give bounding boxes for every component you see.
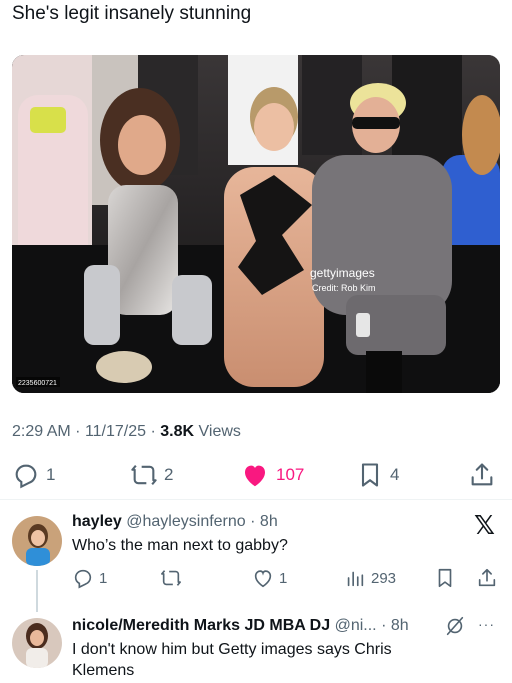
tweet-meta: 2:29 AM · 11/17/25 · 3.8K Views [12, 423, 241, 441]
getty-image-id: 2235600721 [18, 380, 57, 387]
views-count: 3.8K [160, 423, 195, 440]
avatar-photo [12, 618, 62, 668]
reply-like-count: 1 [279, 569, 288, 587]
reply-author-name[interactable]: nicole/Meredith Marks JD MBA DJ [72, 617, 330, 634]
reply-item[interactable]: nicole/Meredith Marks JD MBA DJ @ni... ·… [0, 604, 512, 683]
views-label: Views [198, 423, 241, 440]
reply-actions: 1 1 293 [0, 566, 512, 590]
reply-text: I don't know him but Getty images says C… [72, 641, 392, 679]
tweet-actions-bar: 1 2 107 4 [0, 458, 512, 492]
heart-icon [245, 465, 265, 487]
reply-like-button[interactable]: 1 [252, 566, 287, 590]
repost-icon [131, 464, 157, 486]
like-button[interactable]: 107 [240, 458, 304, 492]
reply-text: Who’s the man next to gabby? [72, 537, 288, 554]
tweet-time[interactable]: 2:29 AM [12, 423, 71, 440]
reply-button[interactable]: 1 [12, 458, 55, 492]
bookmark-icon [361, 463, 379, 487]
reply-header: nicole/Meredith Marks JD MBA DJ @ni... ·… [72, 616, 409, 636]
tweet-date[interactable]: 11/17/25 [85, 423, 146, 440]
reply-reply-count: 1 [99, 569, 108, 587]
like-count: 107 [276, 465, 305, 484]
avatar-photo [12, 516, 62, 566]
share-icon [478, 568, 496, 587]
reply-count: 1 [46, 465, 56, 484]
heart-icon [254, 570, 272, 588]
repost-count: 2 [164, 465, 174, 484]
reply-header: hayley @hayleysinferno · 8h [72, 512, 278, 532]
bookmark-button[interactable]: 4 [356, 458, 399, 492]
reply-icon [15, 464, 37, 489]
avatar[interactable] [12, 516, 62, 566]
more-button[interactable]: ··· [478, 612, 495, 636]
reply-author-handle[interactable]: @ni... [335, 617, 377, 634]
reply-age: · 8h [381, 617, 409, 634]
reply-icon [74, 569, 92, 589]
avatar[interactable] [12, 618, 62, 668]
repost-button[interactable]: 2 [130, 458, 173, 492]
reply-author-name[interactable]: hayley [72, 513, 122, 530]
repost-icon [161, 570, 181, 586]
reply-author-handle[interactable]: @hayleysinferno [126, 513, 245, 530]
more-icon: ··· [478, 616, 495, 632]
meta-separator: · [75, 423, 81, 440]
reply-age: · 8h [250, 513, 278, 530]
tweet-text: She's legit insanely stunning [12, 3, 252, 24]
reply-item[interactable]: hayley @hayleysinferno · 8h Who’s the ma… [0, 500, 512, 612]
x-logo-icon[interactable]: 𝕏 [474, 510, 495, 541]
getty-watermark: gettyimages [310, 266, 375, 280]
grok-button[interactable] [444, 614, 466, 638]
bookmark-count: 4 [390, 465, 400, 484]
photo-illustration: gettyimages Credit: Rob Kim 2235600721 [12, 55, 500, 393]
share-button[interactable] [468, 458, 496, 492]
tweet-media-photo[interactable]: gettyimages Credit: Rob Kim 2235600721 [12, 55, 500, 393]
reply-repost-button[interactable] [160, 566, 182, 590]
share-icon [471, 463, 493, 486]
reply-share-button[interactable] [476, 566, 498, 590]
reply-reply-button[interactable]: 1 [72, 566, 107, 590]
reply-view-count: 293 [371, 569, 397, 587]
bookmark-icon [438, 568, 452, 588]
meta-separator: · [150, 423, 156, 440]
reply-views-button[interactable]: 293 [344, 566, 396, 590]
getty-credit: Credit: Rob Kim [312, 283, 376, 293]
grok-icon [446, 616, 464, 636]
reply-bookmark-button[interactable] [434, 566, 456, 590]
views-chart-icon [347, 571, 364, 587]
